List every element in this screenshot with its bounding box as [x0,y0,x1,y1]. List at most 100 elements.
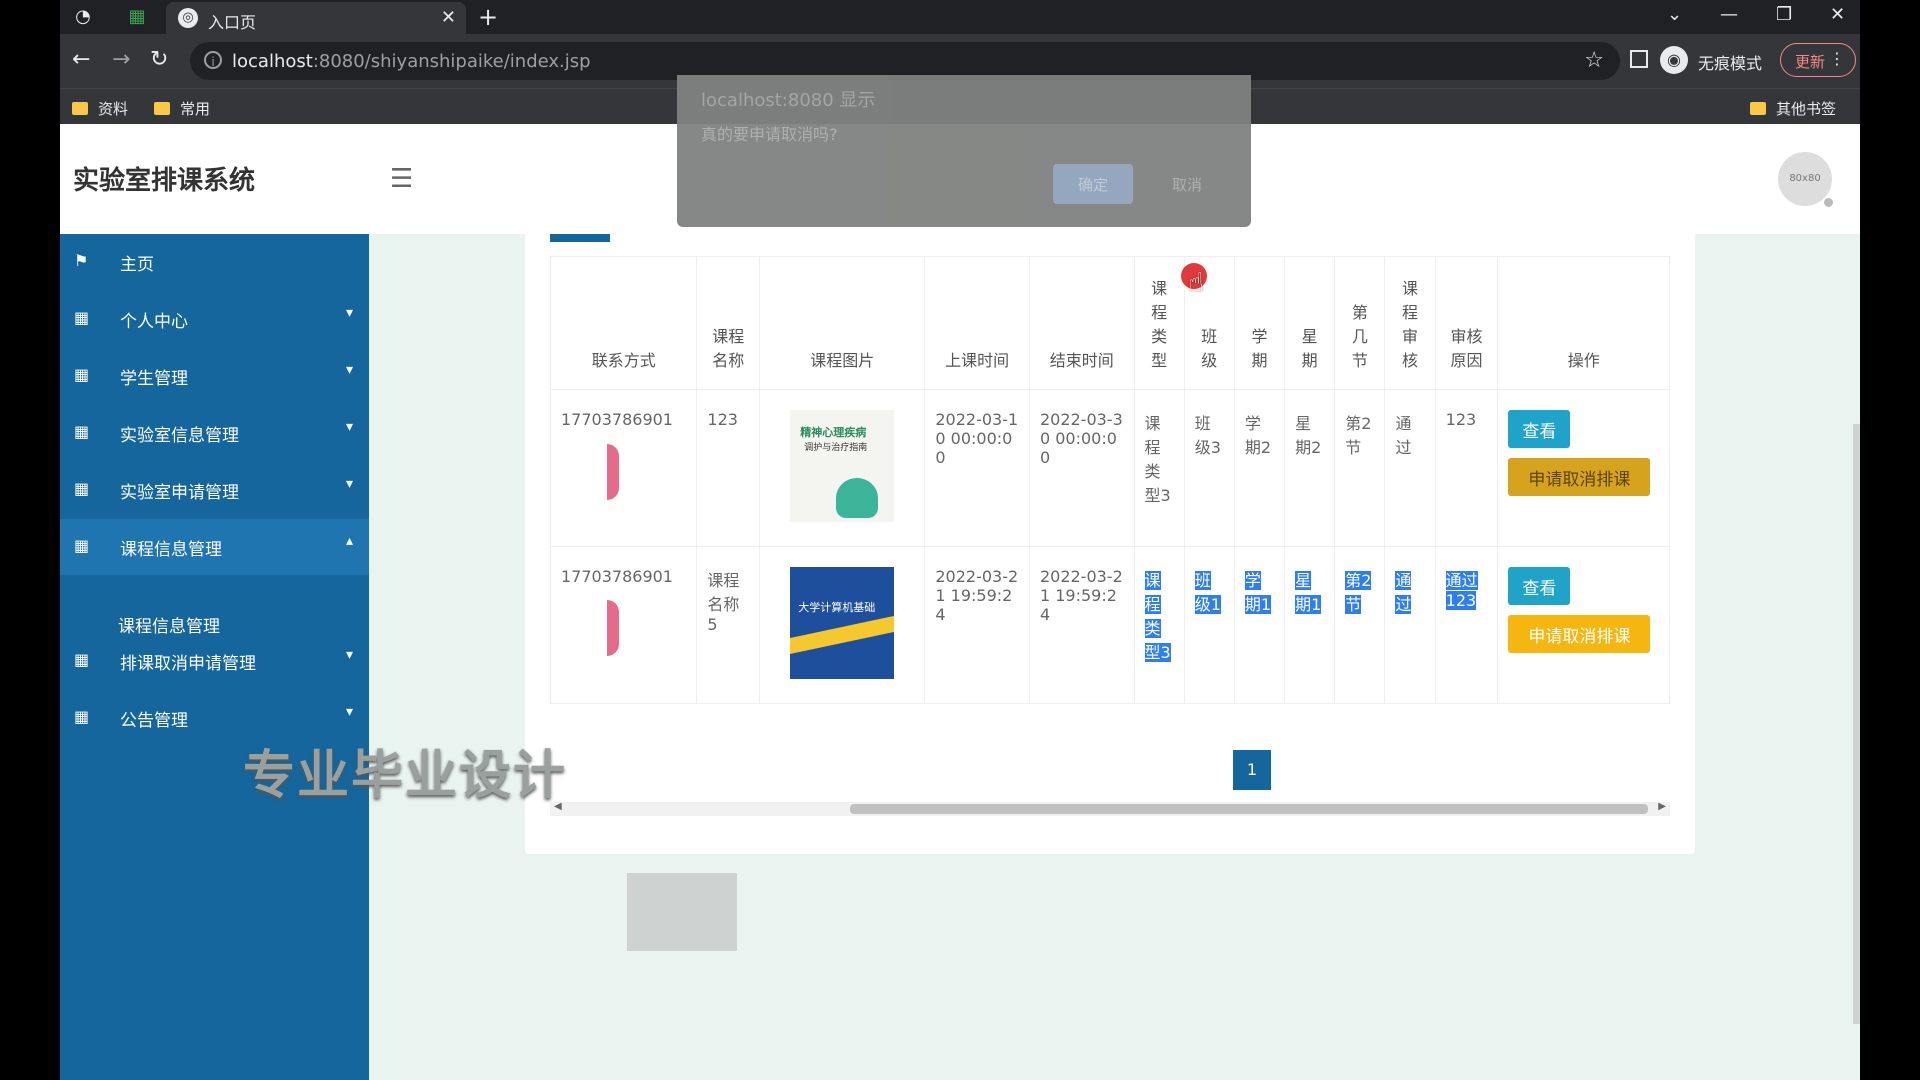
caret-up-icon: ▴ [345,533,353,549]
col-section: 第几节 [1334,256,1386,390]
cell-actions: 查看 申请取消排课 [1497,546,1670,704]
cell-end-time: 2022-03-21 19:59:24 [1028,546,1135,704]
sidebar: ⚑ 主页 ▦ 个人中心 ▾ ▦ 学生管理 ▾ ▦ 实验室信息管理 ▾ ▦ 实验室… [60,234,369,1080]
watermark-text: 专业毕业设计 [243,746,568,806]
other-bookmarks[interactable]: 其他书签 [1750,98,1836,119]
view-button[interactable]: 查看 [1508,567,1571,605]
cell-section: 第2节 [1334,546,1386,704]
restore-icon[interactable]: ❐ [1776,4,1792,25]
sidebar-item-lab-application[interactable]: ▦ 实验室申请管理 ▾ [60,462,369,518]
cell-start-time: 2022-03-10 00:00:00 [924,389,1030,547]
status-dot [1822,196,1835,209]
window-close-icon[interactable]: ✕ [1830,4,1845,25]
sidebar-item-home[interactable]: ⚑ 主页 [60,234,369,290]
bookmark-star-icon[interactable]: ☆ [1584,48,1604,73]
cell-course-name: 课程名称5 [696,546,761,704]
hand-cursor-icon: ☝ [1188,268,1204,298]
sheets-tab-icon[interactable]: ▦ [126,6,148,28]
course-table: 联系方式 课程名称 课程图片 上课时间 结束时间 课程类型 班级 学期 星期 第… [549,256,1670,704]
tab-entry-page[interactable]: ◎ 入口页 ✕ [166,2,466,34]
dialog-ok-button[interactable]: 确定 [1053,164,1133,204]
forward-icon[interactable]: → [112,48,130,72]
caret-down-icon: ▾ [345,647,353,663]
info-icon[interactable]: i [204,51,222,69]
hamburger-menu-icon[interactable]: ☰ [390,164,413,194]
cell-course-type: 课程类型3 [1133,389,1185,547]
col-term: 学期 [1233,256,1286,390]
bookmark-folder-1[interactable]: 资料 [72,98,128,119]
url-text: localhost:8080/shiyanshipaike/index.jsp [232,51,591,72]
selected-text: 第2节 [1345,571,1372,614]
close-icon[interactable]: ✕ [441,7,456,28]
cell-weekday: 星期1 [1284,546,1336,704]
scrollbar-thumb[interactable] [850,804,1648,814]
request-cancel-button[interactable]: 申请取消排课 [1508,458,1651,496]
cell-term: 学期2 [1233,389,1286,547]
new-tab-icon[interactable]: + [478,3,498,31]
selected-text: 课程类型3 [1144,571,1171,662]
caret-down-icon: ▾ [345,704,353,720]
col-course-name: 课程名称 [696,256,761,390]
cell-audit: 通过 [1384,389,1436,547]
watermark-blur [627,873,737,951]
vertical-scrollbar-thumb[interactable] [1853,424,1860,1024]
request-cancel-button[interactable]: 申请取消排课 [1508,615,1651,653]
browser-tabbar: ◔ ▦ ◎ 入口页 ✕ + ⌄ — ❐ ✕ [60,0,1860,34]
kebab-menu-icon[interactable]: ⋮ [1829,49,1845,68]
col-audit-reason: 审核原因 [1434,256,1499,390]
app-title: 实验室排课系统 [73,166,256,196]
cell-term: 学期1 [1233,546,1286,704]
chevron-down-icon[interactable]: ⌄ [1667,4,1682,25]
incognito-icon[interactable]: ◉ [1660,46,1688,74]
dialog-cancel-button[interactable]: 取消 [1147,164,1227,204]
selected-text: 通过123 [1445,571,1478,610]
cell-class: 班级1 [1183,546,1235,704]
selected-text: 班级1 [1194,571,1221,614]
selected-text: 学期1 [1244,571,1272,614]
scroll-right-icon[interactable]: ▶ [1658,801,1666,812]
sidebar-item-student-management[interactable]: ▦ 学生管理 ▾ [60,348,369,404]
dialog-title: localhost:8080 显示 [701,90,876,111]
table-row: 17703786901 课程名称5 大学计算机基础 2022-03-21 19:… [549,546,1670,704]
globe-icon: ◎ [178,8,198,28]
col-weekday: 星期 [1284,256,1336,390]
sidebar-item-cancel-application[interactable]: ▦ 排课取消申请管理 ▾ [60,633,369,689]
reload-icon[interactable]: ↻ [150,48,168,72]
side-panel-icon[interactable] [1630,50,1648,68]
folder-icon [72,102,88,115]
table-card: 联系方式 课程名称 课程图片 上课时间 结束时间 课程类型 班级 学期 星期 第… [525,234,1695,854]
cell-audit: 通过 [1384,546,1436,704]
cell-course-name: 123 [696,389,761,547]
doctor-figure [836,478,879,518]
cell-course-type: 课程类型3 [1133,546,1185,704]
black-border [1860,0,1920,1080]
sidebar-item-lab-info[interactable]: ▦ 实验室信息管理 ▾ [60,405,369,461]
grid-icon: ▦ [74,308,89,327]
tab-title: 入口页 [208,13,257,32]
sidebar-item-personal-center[interactable]: ▦ 个人中心 ▾ [60,291,369,347]
pagination-current-page[interactable]: 1 [1233,750,1271,790]
cell-contact: 17703786901 [549,546,698,704]
cell-weekday: 星期2 [1284,389,1336,547]
bookmark-folder-2[interactable]: 常用 [154,98,210,119]
view-button[interactable]: 查看 [1508,410,1571,448]
sidebar-item-course-info[interactable]: ▦ 课程信息管理 ▴ [60,519,369,575]
grid-icon: ▦ [74,365,89,384]
dialog-message: 真的要申请取消吗? [701,125,838,144]
folder-icon [154,102,170,115]
browser-menu-icon[interactable]: ◔ [72,6,94,28]
cell-end-time: 2022-03-30 00:00:00 [1028,389,1135,547]
folder-icon [1750,102,1766,115]
horizontal-scrollbar[interactable]: ◀ ▶ [550,801,1670,816]
minimize-icon[interactable]: — [1720,4,1738,25]
book-cover-image: 大学计算机基础 [790,567,895,679]
url-host: localhost [232,51,313,72]
cell-audit-reason: 通过123 [1434,546,1499,704]
back-icon[interactable]: ← [72,48,90,72]
card-accent [550,234,610,242]
col-start-time: 上课时间 [924,256,1030,390]
table-row: 17703786901 123 精神心理疾病 调护与治疗指南 2022-03-1… [549,389,1670,547]
update-button[interactable]: 更新 ⋮ [1780,43,1856,77]
incognito-label: 无痕模式 [1698,54,1763,73]
col-end-time: 结束时间 [1028,256,1135,390]
